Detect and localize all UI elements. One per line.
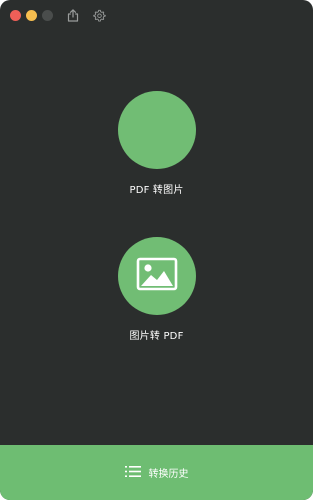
close-window-button[interactable] bbox=[10, 10, 21, 21]
pdf-to-image-button[interactable] bbox=[117, 91, 196, 169]
image-icon bbox=[136, 257, 178, 295]
share-icon[interactable] bbox=[64, 6, 82, 24]
app-window: PDF 转图片 图片转 PDF 转换历史 bbox=[0, 0, 313, 500]
conversion-history-button[interactable]: 转换历史 bbox=[0, 445, 313, 500]
pdf-to-image-label: PDF 转图片 bbox=[129, 185, 184, 196]
conversion-history-label: 转换历史 bbox=[148, 469, 189, 480]
minimize-window-button[interactable] bbox=[26, 10, 37, 21]
maximize-window-button[interactable] bbox=[42, 10, 53, 21]
settings-icon[interactable] bbox=[90, 6, 108, 24]
pdf-to-image-action[interactable]: PDF 转图片 bbox=[0, 91, 313, 196]
image-to-pdf-action[interactable]: 图片转 PDF bbox=[0, 237, 313, 342]
list-icon bbox=[124, 463, 141, 482]
image-to-pdf-button[interactable] bbox=[117, 237, 196, 315]
image-to-pdf-label: 图片转 PDF bbox=[129, 331, 184, 342]
title-bar bbox=[0, 0, 313, 30]
